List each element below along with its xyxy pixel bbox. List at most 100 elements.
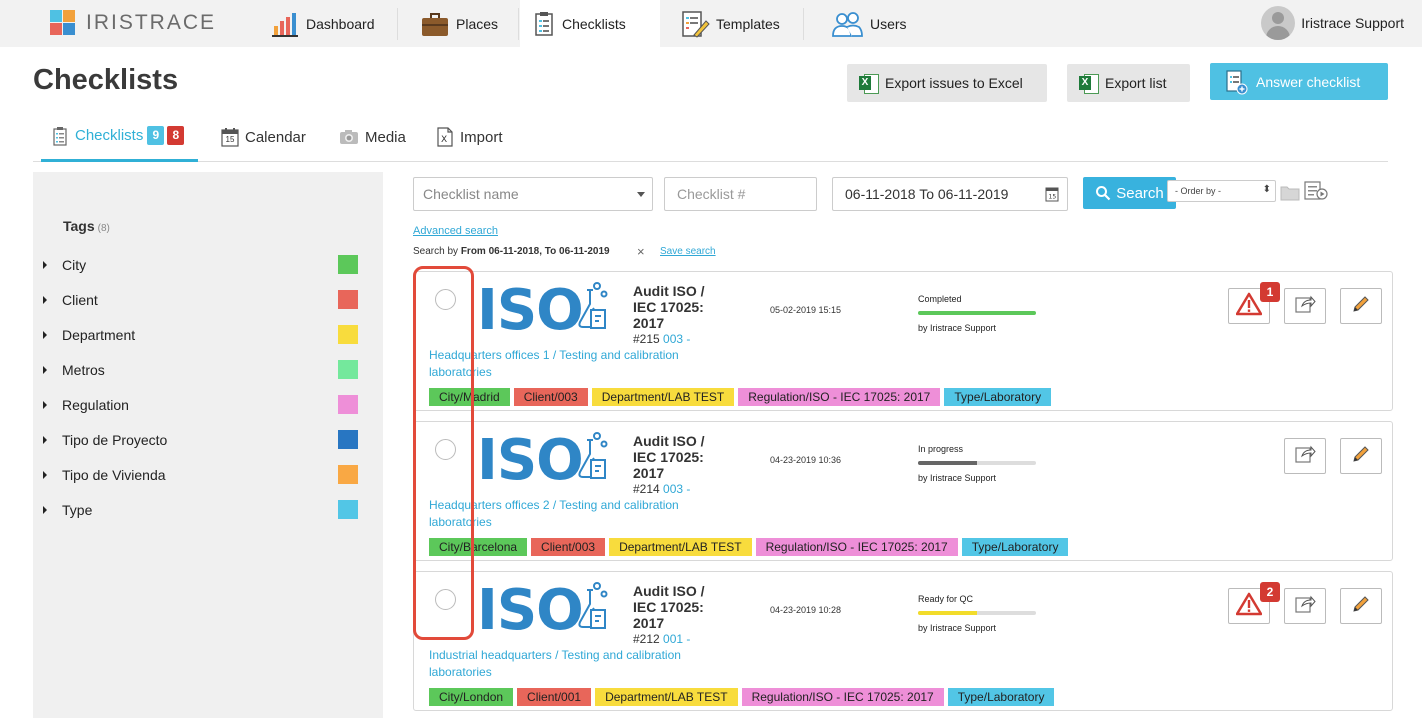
- checklist-title[interactable]: Audit ISO / IEC 17025: 2017: [633, 433, 723, 481]
- user-menu[interactable]: Iristrace Support: [1261, 6, 1404, 40]
- tag-chip[interactable]: Department/LAB TEST: [591, 388, 735, 406]
- clipboard-icon: [532, 9, 556, 39]
- subtab-media[interactable]: Media: [339, 112, 406, 162]
- subtab-checklists[interactable]: Checklists 9 8: [41, 112, 198, 162]
- tag-chip[interactable]: Regulation/ISO - IEC 17025: 2017: [738, 388, 941, 406]
- save-search-link[interactable]: Save search: [660, 246, 716, 257]
- tag-item[interactable]: Client: [43, 290, 363, 310]
- tag-color-swatch: [338, 255, 358, 274]
- pencil-icon: [1351, 444, 1371, 469]
- subtab-import[interactable]: X Import: [436, 112, 503, 162]
- checklist-place[interactable]: Headquarters offices 1 / Testing and cal…: [429, 347, 719, 381]
- checklist-name-select[interactable]: Checklist name: [413, 177, 653, 211]
- tag-item[interactable]: Metros: [43, 360, 363, 380]
- checklist-code[interactable]: 003 -: [663, 332, 690, 346]
- subtab-calendar[interactable]: 15 Calendar: [221, 112, 306, 162]
- calendar-icon[interactable]: 15: [1045, 186, 1059, 205]
- clear-search-icon[interactable]: ×: [637, 244, 645, 259]
- export-issues-label: Export issues to Excel: [885, 75, 1023, 91]
- iso-logo-image: ISO: [477, 428, 617, 493]
- share-button[interactable]: [1284, 588, 1326, 624]
- tag-item[interactable]: Type: [43, 500, 363, 520]
- users-icon: [830, 9, 864, 39]
- checklist-author: by Iristrace Support: [918, 323, 997, 333]
- caret-right-icon[interactable]: [43, 331, 47, 339]
- folder-icon[interactable]: [1280, 183, 1300, 201]
- caret-right-icon[interactable]: [43, 261, 47, 269]
- checklist-author: by Iristrace Support: [918, 473, 997, 483]
- tag-chip[interactable]: Department/LAB TEST: [595, 688, 738, 706]
- checklist-code[interactable]: 003 -: [663, 482, 690, 496]
- tag-item[interactable]: City: [43, 255, 363, 275]
- nav-tab-users[interactable]: Users: [818, 0, 919, 47]
- checklist-id: #215: [633, 332, 660, 346]
- export-list-button[interactable]: Export list: [1067, 64, 1190, 102]
- tag-chip[interactable]: Type/Laboratory: [944, 388, 1052, 406]
- checklist-place[interactable]: Industrial headquarters / Testing and ca…: [429, 647, 719, 681]
- camera-icon: [339, 127, 359, 147]
- checklist-place[interactable]: Headquarters offices 2 / Testing and cal…: [429, 497, 719, 531]
- tag-item[interactable]: Department: [43, 325, 363, 345]
- nav-tab-dashboard[interactable]: Dashboard: [258, 0, 387, 47]
- tag-chip[interactable]: Client/003: [531, 538, 606, 556]
- nav-tab-label: Dashboard: [306, 15, 375, 32]
- tag-item[interactable]: Tipo de Proyecto: [43, 430, 363, 450]
- tag-label: Tipo de Proyecto: [62, 432, 168, 448]
- caret-right-icon[interactable]: [43, 471, 47, 479]
- tag-chip[interactable]: Regulation/ISO - IEC 17025: 2017: [755, 538, 958, 556]
- caret-right-icon[interactable]: [43, 436, 47, 444]
- checklist-card[interactable]: ISO Audit ISO / IEC 17025: 2017 #214 003 -…: [413, 421, 1393, 561]
- checklist-number-input[interactable]: [664, 177, 817, 211]
- date-range-input[interactable]: 06-11-2018 To 06-11-2019 15: [832, 177, 1068, 211]
- edit-button[interactable]: [1340, 288, 1382, 324]
- share-button[interactable]: [1284, 438, 1326, 474]
- caret-right-icon[interactable]: [43, 366, 47, 374]
- caret-right-icon[interactable]: [43, 506, 47, 514]
- select-radio[interactable]: [435, 289, 456, 310]
- caret-right-icon[interactable]: [43, 401, 47, 409]
- advanced-search-link[interactable]: Advanced search: [413, 225, 498, 237]
- checklist-card[interactable]: ISO Audit ISO / IEC 17025: 2017 #215 003 -…: [413, 271, 1393, 411]
- tags-heading: Tags (8): [63, 218, 110, 234]
- caret-right-icon[interactable]: [43, 296, 47, 304]
- nav-tab-places[interactable]: Places: [408, 0, 510, 47]
- tags-sidebar: Tags (8) City Client Department Metros Regula…: [33, 172, 383, 718]
- edit-button[interactable]: [1340, 438, 1382, 474]
- search-button[interactable]: Search: [1083, 177, 1176, 209]
- iristrace-logo[interactable]: IRISTRACE: [50, 8, 216, 38]
- share-button[interactable]: [1284, 288, 1326, 324]
- tag-chip[interactable]: City/Madrid: [429, 388, 510, 406]
- warning-icon: [1235, 592, 1263, 621]
- checklist-title[interactable]: Audit ISO / IEC 17025: 2017: [633, 583, 723, 631]
- tag-item[interactable]: Regulation: [43, 395, 363, 415]
- tag-chip[interactable]: Client/001: [517, 688, 592, 706]
- search-by-prefix: Search by: [413, 246, 459, 257]
- checklist-code[interactable]: 001 -: [663, 632, 690, 646]
- nav-tab-checklists[interactable]: Checklists: [520, 0, 660, 47]
- tag-chip[interactable]: Type/Laboratory: [947, 688, 1055, 706]
- svg-text:ISO: ISO: [477, 580, 583, 636]
- saved-list-icon[interactable]: [1304, 180, 1328, 202]
- tag-chip[interactable]: Regulation/ISO - IEC 17025: 2017: [741, 688, 944, 706]
- answer-checklist-button[interactable]: Answer checklist: [1210, 63, 1388, 100]
- edit-button[interactable]: [1340, 588, 1382, 624]
- tag-chip[interactable]: City/London: [429, 688, 514, 706]
- checklist-title[interactable]: Audit ISO / IEC 17025: 2017: [633, 283, 723, 331]
- checklist-tags: City/London Client/001 Department/LAB TEST…: [429, 688, 1055, 706]
- select-radio[interactable]: [435, 439, 456, 460]
- progress-bar-fill: [918, 311, 1036, 315]
- tag-label: Tipo de Vivienda: [62, 467, 166, 483]
- share-icon: [1294, 294, 1316, 319]
- order-by-select[interactable]: - Order by -: [1167, 180, 1276, 202]
- tag-chip[interactable]: Department/LAB TEST: [609, 538, 752, 556]
- select-radio[interactable]: [435, 589, 456, 610]
- tag-chip[interactable]: City/Barcelona: [429, 538, 528, 556]
- share-icon: [1294, 444, 1316, 469]
- tag-chip[interactable]: Type/Laboratory: [961, 538, 1069, 556]
- svg-text:ISO: ISO: [477, 280, 583, 336]
- tag-item[interactable]: Tipo de Vivienda: [43, 465, 363, 485]
- nav-tab-templates[interactable]: Templates: [668, 0, 792, 47]
- export-issues-button[interactable]: Export issues to Excel: [847, 64, 1047, 102]
- checklist-card[interactable]: ISO Audit ISO / IEC 17025: 2017 #212 001 -…: [413, 571, 1393, 711]
- tag-chip[interactable]: Client/003: [513, 388, 588, 406]
